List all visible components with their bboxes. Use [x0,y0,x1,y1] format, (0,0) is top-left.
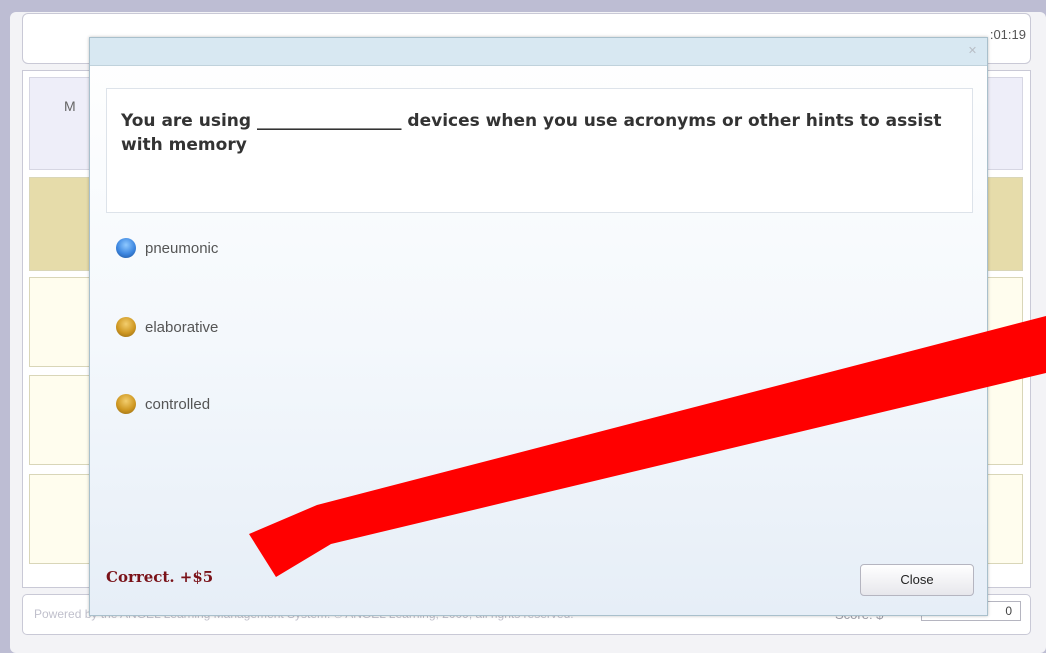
option-controlled[interactable]: controlled [116,392,210,416]
board-header-label: M [64,98,76,114]
dialog-title-bar: ✕ [90,38,987,66]
radio-icon[interactable] [116,317,136,337]
question-text: You are using _________________ devices … [121,111,942,155]
close-icon[interactable]: ✕ [966,44,979,57]
timer: :01:19 [989,27,1026,42]
option-label: pneumonic [145,239,219,257]
question-dialog: ✕ You are using _________________ device… [89,37,988,616]
option-elaborative[interactable]: elaborative [116,315,218,339]
radio-icon[interactable] [116,394,136,414]
close-button[interactable]: Close [860,564,974,596]
radio-selected-icon[interactable] [116,238,136,258]
question-box: You are using _________________ devices … [106,88,973,213]
option-pneumonic[interactable]: pneumonic [116,236,218,260]
feedback-text: Correct. +$5 [106,568,214,586]
option-label: elaborative [145,318,219,336]
option-label: controlled [145,395,211,413]
